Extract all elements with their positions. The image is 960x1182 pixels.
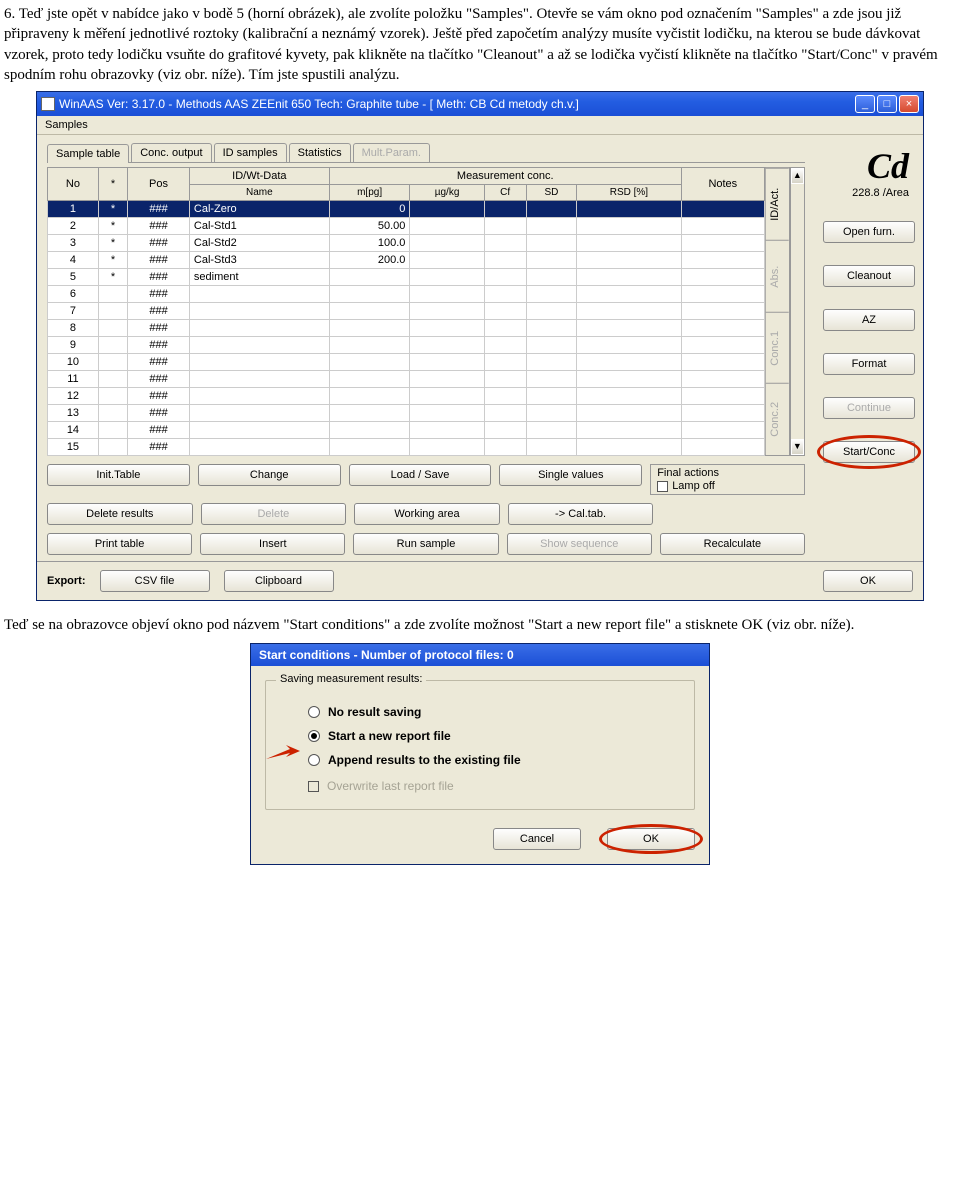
change-button[interactable]: Change: [198, 464, 341, 486]
col-star[interactable]: *: [98, 168, 127, 201]
col-notes[interactable]: Notes: [681, 168, 764, 201]
delete-button: Delete: [201, 503, 347, 525]
table-row[interactable]: 2*###Cal-Std150.00: [48, 218, 765, 235]
cal-tab-button[interactable]: -> Cal.tab.: [508, 503, 654, 525]
cleanout-button[interactable]: Cleanout: [823, 265, 915, 287]
overwrite-checkbox: Overwrite last report file: [308, 779, 678, 793]
doc-para-1: 6. Teď jste opět v nabídce jako v bodě 5…: [4, 4, 956, 85]
working-area-button[interactable]: Working area: [354, 503, 500, 525]
open-furn-button[interactable]: Open furn.: [823, 221, 915, 243]
tab-id-samples[interactable]: ID samples: [214, 143, 287, 162]
insert-button[interactable]: Insert: [200, 533, 345, 555]
col-cf[interactable]: Cf: [484, 185, 526, 201]
delete-results-button[interactable]: Delete results: [47, 503, 193, 525]
radio-no-saving[interactable]: No result saving: [308, 705, 678, 719]
format-button[interactable]: Format: [823, 353, 915, 375]
titlebar: WinAAS Ver: 3.17.0 - Methods AAS ZEEnit …: [37, 92, 923, 116]
vtab-id-act[interactable]: ID/Act.: [766, 168, 789, 240]
dialog-cancel-button[interactable]: Cancel: [493, 828, 581, 850]
table-row[interactable]: 15###: [48, 439, 765, 456]
app-icon: [41, 97, 55, 111]
table-row[interactable]: 4*###Cal-Std3200.0: [48, 252, 765, 269]
table-row[interactable]: 5*###sediment: [48, 269, 765, 286]
tab-sample-table[interactable]: Sample table: [47, 144, 129, 163]
table-row[interactable]: 13###: [48, 405, 765, 422]
menubar: Samples: [37, 116, 923, 135]
clipboard-button[interactable]: Clipboard: [224, 570, 334, 592]
dialog-ok-button[interactable]: OK: [607, 828, 695, 850]
table-row[interactable]: 12###: [48, 388, 765, 405]
print-table-button[interactable]: Print table: [47, 533, 192, 555]
col-id[interactable]: ID/Wt-Data: [189, 168, 329, 185]
table-row[interactable]: 6###: [48, 286, 765, 303]
sample-table[interactable]: No * Pos ID/Wt-Data Measurement conc. No…: [47, 167, 765, 456]
col-name[interactable]: Name: [189, 185, 329, 201]
lamp-off-checkbox[interactable]: [657, 481, 668, 492]
col-ug[interactable]: µg/kg: [410, 185, 484, 201]
scroll-up-icon[interactable]: ▲: [791, 168, 804, 184]
table-row[interactable]: 7###: [48, 303, 765, 320]
tab-mult-param: Mult.Param.: [353, 143, 430, 162]
continue-button: Continue: [823, 397, 915, 419]
group-legend: Saving measurement results:: [276, 673, 426, 685]
vtab-conc1[interactable]: Conc.1: [766, 312, 789, 384]
menu-samples[interactable]: Samples: [45, 119, 88, 131]
table-row[interactable]: 11###: [48, 371, 765, 388]
radio-new-report[interactable]: Start a new report file: [308, 729, 678, 743]
table-row[interactable]: 10###: [48, 354, 765, 371]
doc-para-2: Teď se na obrazovce objeví okno pod názv…: [4, 615, 956, 635]
csv-file-button[interactable]: CSV file: [100, 570, 210, 592]
start-conditions-dialog: Start conditions - Number of protocol fi…: [250, 643, 710, 865]
lamp-off-label: Lamp off: [672, 480, 715, 492]
col-sd[interactable]: SD: [526, 185, 577, 201]
scrollbar[interactable]: ▲ ▼: [790, 167, 805, 456]
tab-conc-output[interactable]: Conc. output: [131, 143, 211, 162]
minimize-icon[interactable]: _: [855, 95, 875, 113]
export-label: Export:: [47, 575, 86, 587]
scroll-down-icon[interactable]: ▼: [791, 439, 804, 455]
close-icon[interactable]: ×: [899, 95, 919, 113]
table-row[interactable]: 1*###Cal-Zero0: [48, 201, 765, 218]
final-actions-title: Final actions: [657, 467, 798, 479]
table-row[interactable]: 8###: [48, 320, 765, 337]
start-conc-button[interactable]: Start/Conc: [823, 441, 915, 463]
init-table-button[interactable]: Init.Table: [47, 464, 190, 486]
ok-button[interactable]: OK: [823, 570, 913, 592]
col-pos[interactable]: Pos: [128, 168, 190, 201]
run-sample-button[interactable]: Run sample: [353, 533, 498, 555]
vtab-conc2[interactable]: Conc.2: [766, 383, 789, 455]
table-row[interactable]: 14###: [48, 422, 765, 439]
radio-append[interactable]: Append results to the existing file: [308, 753, 678, 767]
col-m[interactable]: m[pg]: [329, 185, 410, 201]
tab-statistics[interactable]: Statistics: [289, 143, 351, 162]
dialog-title: Start conditions - Number of protocol fi…: [251, 644, 709, 666]
recalculate-button[interactable]: Recalculate: [660, 533, 805, 555]
vertical-tabs: ID/Act. Abs. Conc.1 Conc.2: [765, 167, 790, 456]
winaas-window: WinAAS Ver: 3.17.0 - Methods AAS ZEEnit …: [36, 91, 924, 601]
vtab-abs[interactable]: Abs.: [766, 240, 789, 312]
col-measure[interactable]: Measurement conc.: [329, 168, 681, 185]
element-symbol: Cd: [823, 145, 915, 187]
show-sequence-button: Show sequence: [507, 533, 652, 555]
saving-group: Saving measurement results: No result sa…: [265, 680, 695, 810]
final-actions: Final actions Lamp off: [650, 464, 805, 495]
maximize-icon[interactable]: □: [877, 95, 897, 113]
load-save-button[interactable]: Load / Save: [349, 464, 492, 486]
col-no[interactable]: No: [48, 168, 99, 201]
tabs: Sample table Conc. output ID samples Sta…: [47, 143, 805, 163]
wavelength-label: 228.8 /Area: [823, 187, 915, 199]
az-button[interactable]: AZ: [823, 309, 915, 331]
table-row[interactable]: 3*###Cal-Std2100.0: [48, 235, 765, 252]
window-title: WinAAS Ver: 3.17.0 - Methods AAS ZEEnit …: [59, 97, 855, 111]
table-row[interactable]: 9###: [48, 337, 765, 354]
col-rsd[interactable]: RSD [%]: [577, 185, 681, 201]
single-values-button[interactable]: Single values: [499, 464, 642, 486]
